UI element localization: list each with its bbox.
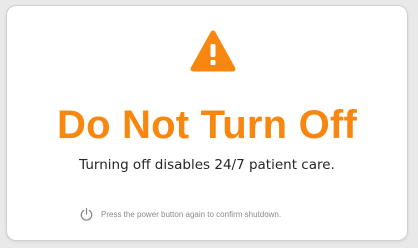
power-icon	[79, 207, 94, 222]
warning-triangle-icon	[190, 30, 236, 72]
warning-description: Turning off disables 24/7 patient care.	[79, 157, 335, 173]
warning-headline: Do Not Turn Off	[57, 103, 357, 147]
shutdown-hint: Press the power button again to confirm …	[79, 206, 281, 222]
shutdown-warning-dialog: Do Not Turn Off Turning off disables 24/…	[6, 5, 408, 241]
shutdown-hint-text: Press the power button again to confirm …	[101, 209, 282, 219]
